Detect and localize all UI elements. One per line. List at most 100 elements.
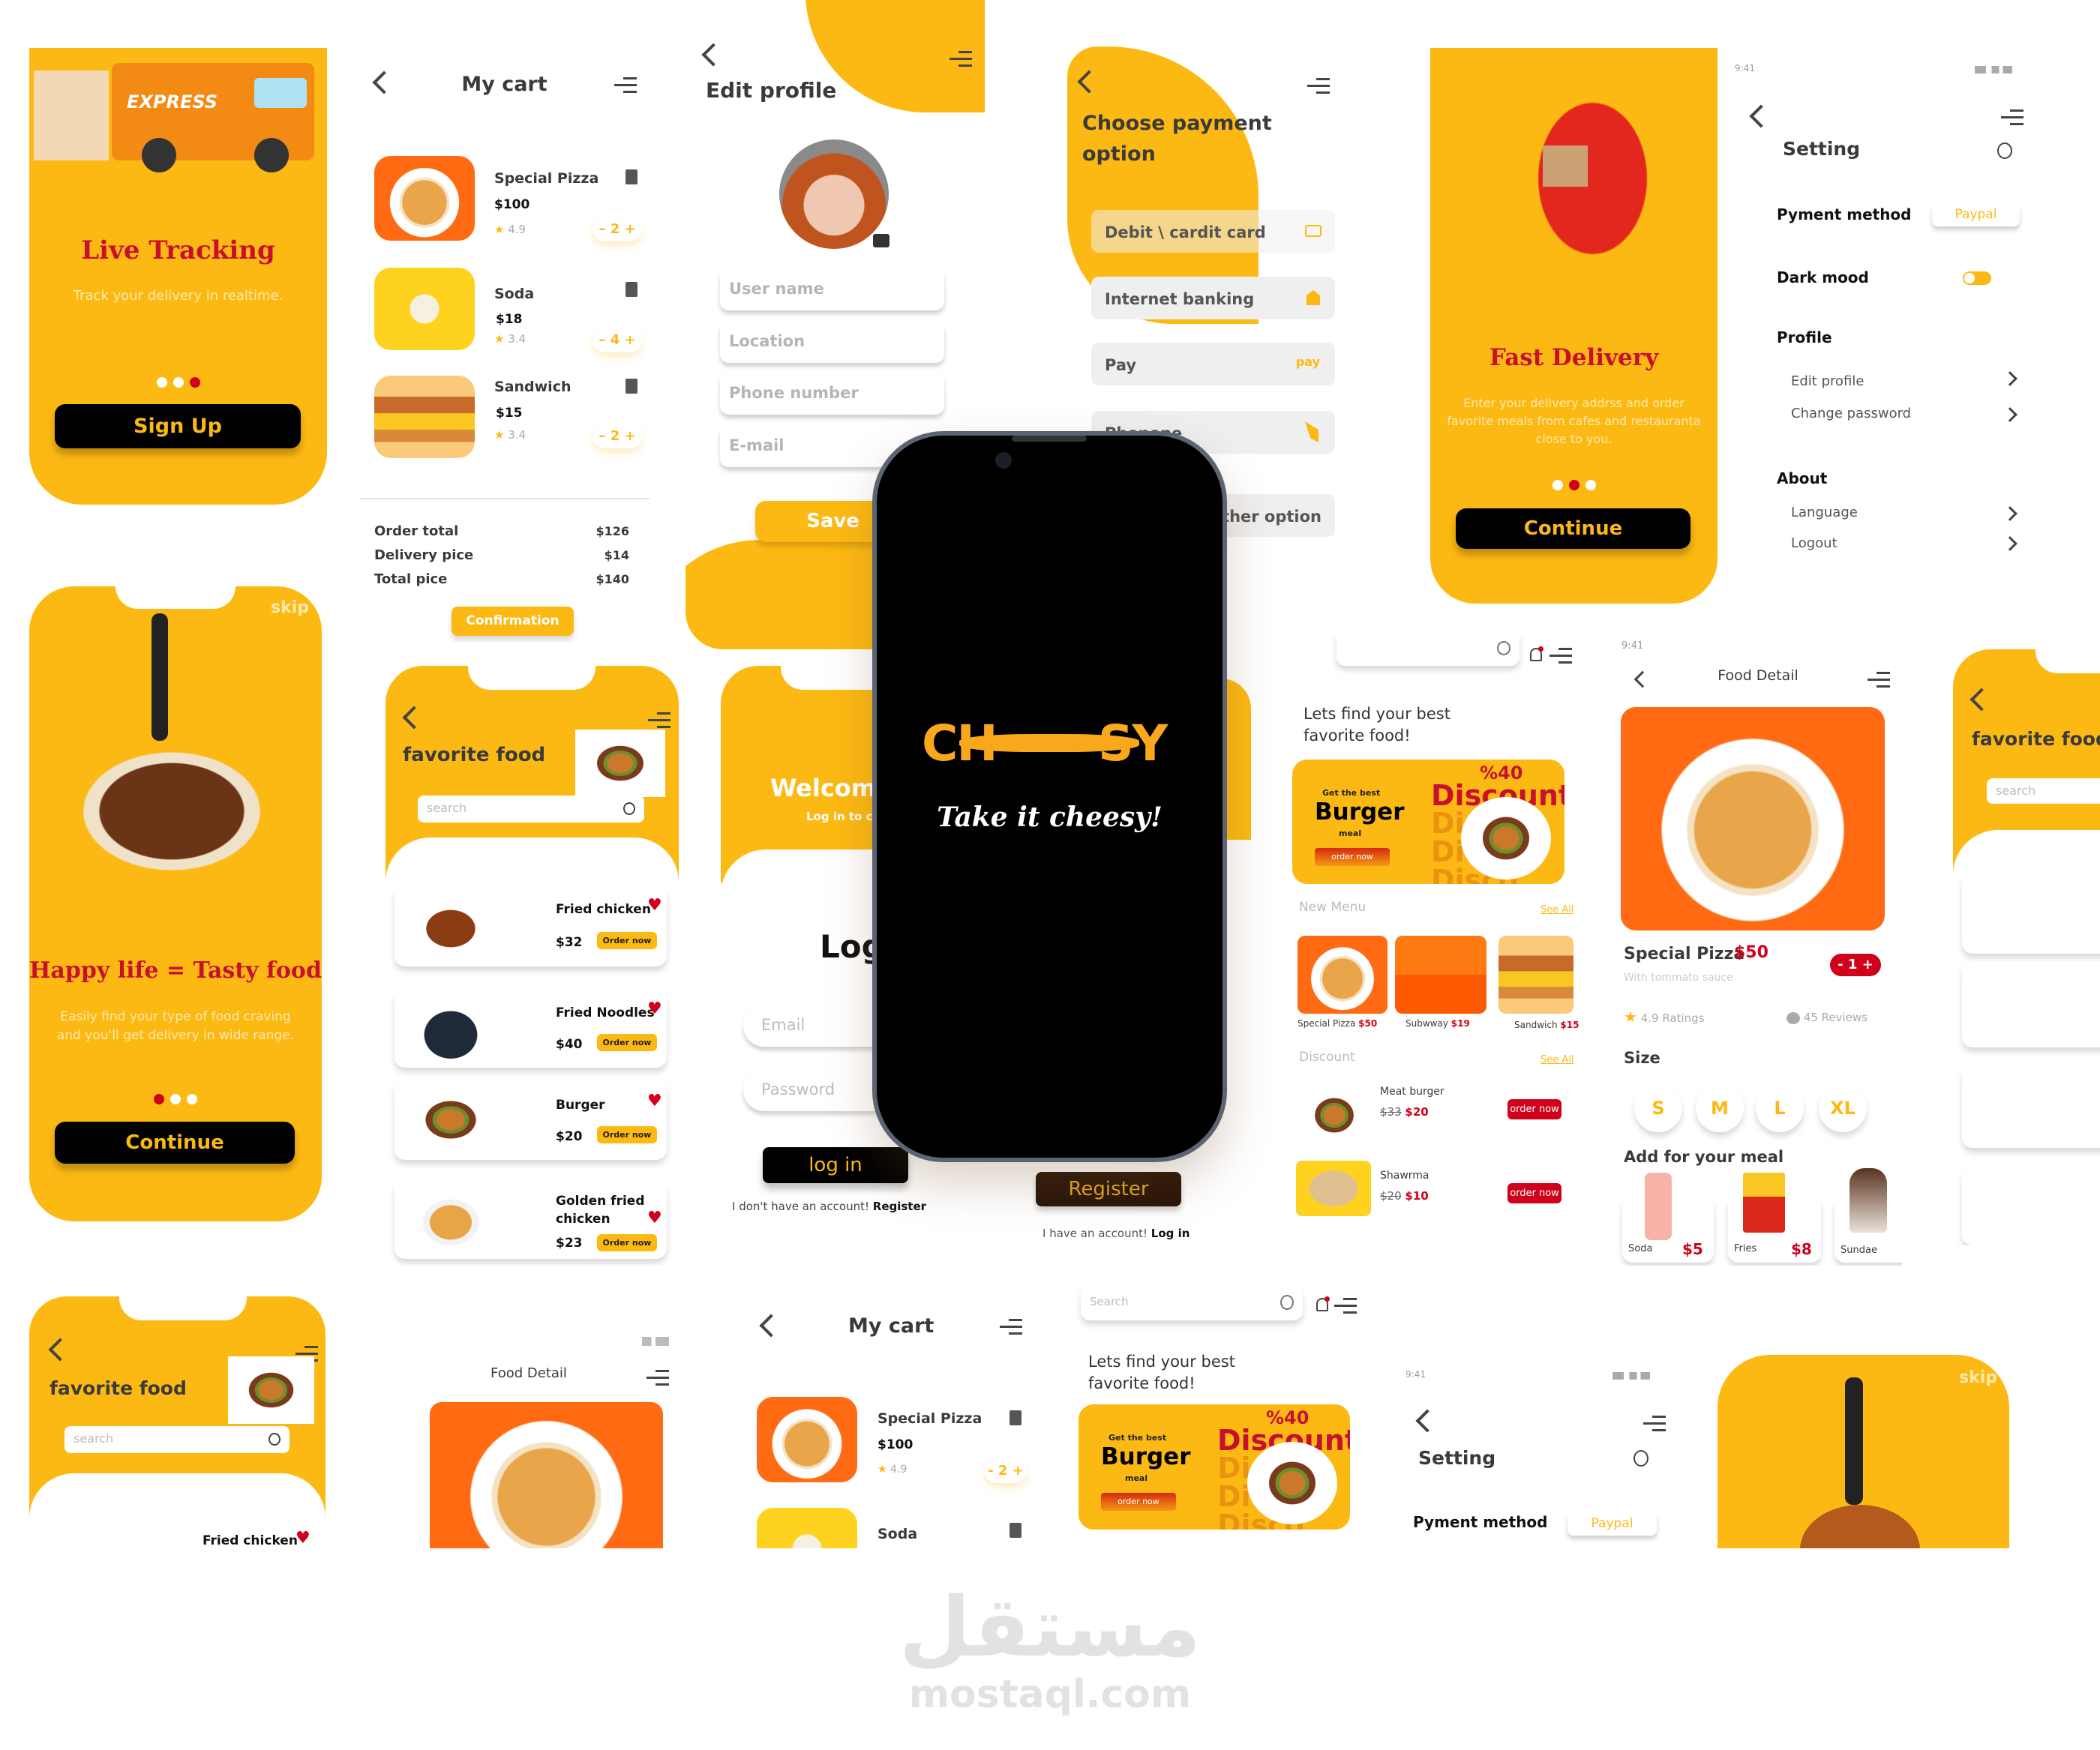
addon-card[interactable]: Fries $8	[1728, 1173, 1821, 1263]
register-button[interactable]: Register	[1036, 1172, 1181, 1206]
back-icon[interactable]	[759, 1314, 783, 1338]
login-link[interactable]: Log in	[1151, 1227, 1190, 1240]
order-now-button[interactable]: order now	[1101, 1493, 1176, 1511]
payment-method-select[interactable]: Paypal	[1568, 1512, 1657, 1536]
slide-description: Enter your delivery addrss and order fav…	[1447, 396, 1701, 446]
search-input[interactable]: search	[1987, 778, 2100, 804]
search-input[interactable]: search	[418, 796, 644, 823]
camera-icon[interactable]	[873, 234, 890, 247]
heart-icon[interactable]: ♥	[647, 1209, 662, 1227]
see-all-link[interactable]: See All	[1540, 904, 1574, 915]
menu-icon[interactable]	[1550, 648, 1572, 664]
list-item[interactable]	[1962, 1066, 2100, 1148]
menu-icon[interactable]	[1307, 78, 1330, 94]
search-icon	[1280, 1295, 1294, 1310]
payment-option-banking[interactable]: Internet banking	[1091, 277, 1335, 319]
back-icon[interactable]	[701, 43, 725, 67]
order-now-button[interactable]: Order now	[597, 932, 657, 949]
order-now-button[interactable]: Order now	[597, 1034, 657, 1051]
trash-icon[interactable]	[1010, 1523, 1022, 1538]
payment-method-select[interactable]: Paypal	[1932, 202, 2020, 226]
trash-icon[interactable]	[626, 379, 638, 394]
trash-icon[interactable]	[626, 282, 638, 297]
skip-link[interactable]: skip	[271, 598, 309, 617]
quantity-stepper[interactable]: – 2 +	[592, 217, 642, 241]
quantity-stepper[interactable]: – 4 +	[592, 328, 642, 352]
menu-icon[interactable]	[2001, 109, 2024, 126]
setting-screen-2: 9:41 Setting Pyment method Paypal	[1400, 1366, 1677, 1548]
bell-icon[interactable]	[1316, 1296, 1330, 1311]
see-all-link[interactable]: See All	[1540, 1054, 1574, 1065]
back-icon[interactable]	[1415, 1409, 1439, 1433]
chevron-right-icon[interactable]	[2002, 407, 2018, 422]
star-icon: ★	[494, 223, 505, 236]
list-item[interactable]: Burger ♥ $20 Order now	[394, 1080, 667, 1160]
menu-icon[interactable]	[614, 77, 637, 94]
heart-icon[interactable]: ♥	[647, 1092, 662, 1110]
search-icon[interactable]	[1997, 142, 2012, 159]
chevron-right-icon[interactable]	[2002, 536, 2018, 551]
skip-link[interactable]: skip	[1959, 1368, 1997, 1387]
trash-icon[interactable]	[626, 169, 638, 184]
chevron-right-icon[interactable]	[2002, 506, 2018, 521]
list-item[interactable]	[1962, 961, 2100, 1047]
promo-banner[interactable]: Get the best Burger meal order now %40 D…	[1292, 760, 1564, 884]
list-item[interactable]: Golden fried chicken ♥ $23 Order now	[394, 1179, 667, 1259]
search-input[interactable]: search	[64, 1426, 290, 1453]
payment-option-card[interactable]: Debit \ cardit card	[1091, 210, 1335, 253]
addon-card[interactable]: Sundae	[1834, 1168, 1902, 1263]
bell-icon[interactable]	[1530, 646, 1544, 661]
username-field[interactable]: User name	[720, 268, 944, 310]
sign-up-button[interactable]: Sign Up	[55, 404, 301, 448]
size-option[interactable]: S	[1634, 1084, 1682, 1132]
logout-link[interactable]: Logout	[1791, 535, 1838, 551]
menu-icon[interactable]	[950, 51, 972, 67]
payment-option-pay[interactable]: Pay pay	[1091, 343, 1335, 385]
menu-icon[interactable]	[646, 1370, 669, 1386]
heart-icon[interactable]: ♥	[647, 896, 662, 915]
menu-icon[interactable]	[648, 712, 670, 729]
pizza-image	[1621, 707, 1885, 930]
search-input[interactable]	[1336, 636, 1520, 666]
list-item[interactable]	[1962, 1167, 2100, 1245]
addon-card[interactable]: Soda $5	[1622, 1173, 1714, 1263]
list-item[interactable]: Fried chicken ♥ $32 Order now	[394, 884, 667, 966]
heart-icon[interactable]: ♥	[296, 1529, 310, 1548]
edit-profile-link[interactable]: Edit profile	[1791, 373, 1864, 389]
menu-icon[interactable]	[1868, 672, 1890, 688]
order-now-button[interactable]: Order now	[597, 1234, 657, 1251]
phone-field[interactable]: Phone number	[720, 372, 944, 415]
trash-icon[interactable]	[1010, 1410, 1022, 1425]
order-now-button[interactable]: order now	[1508, 1183, 1562, 1203]
quantity-stepper[interactable]: - 2 +	[985, 1458, 1027, 1483]
confirmation-button[interactable]: Confirmation	[452, 607, 574, 636]
size-option[interactable]: L	[1756, 1084, 1804, 1132]
menu-icon[interactable]	[1334, 1298, 1357, 1314]
login-button[interactable]: log in	[763, 1147, 908, 1183]
change-password-link[interactable]: Change password	[1791, 406, 1911, 421]
quantity-stepper[interactable]: – 2 +	[592, 424, 642, 448]
avatar[interactable]	[779, 139, 889, 249]
quantity-stepper[interactable]: - 1 +	[1830, 954, 1881, 976]
size-option[interactable]: XL	[1819, 1084, 1867, 1132]
menu-icon[interactable]	[1643, 1416, 1666, 1432]
order-now-button[interactable]: order now	[1315, 848, 1390, 866]
search-input[interactable]: Search	[1081, 1286, 1303, 1320]
dark-mode-toggle[interactable]	[1963, 271, 1991, 285]
back-icon[interactable]	[1749, 104, 1773, 128]
promo-banner[interactable]: Get the best Burger meal order now %40 D…	[1078, 1404, 1350, 1530]
search-icon[interactable]	[1634, 1450, 1648, 1467]
order-now-button[interactable]: order now	[1508, 1099, 1562, 1119]
list-item[interactable]: Fried Noodles ♥ $40 Order now	[394, 987, 667, 1068]
size-option[interactable]: M	[1696, 1084, 1744, 1132]
location-field[interactable]: Location	[720, 320, 944, 363]
language-link[interactable]: Language	[1791, 505, 1858, 520]
menu-icon[interactable]	[1000, 1319, 1022, 1335]
list-item[interactable]	[1962, 873, 2100, 954]
continue-button[interactable]: Continue	[1456, 508, 1690, 549]
heart-icon[interactable]: ♥	[647, 999, 662, 1018]
continue-button[interactable]: Continue	[55, 1122, 295, 1164]
register-link[interactable]: Register	[873, 1200, 926, 1213]
chevron-right-icon[interactable]	[2002, 371, 2018, 386]
order-now-button[interactable]: Order now	[597, 1126, 657, 1143]
